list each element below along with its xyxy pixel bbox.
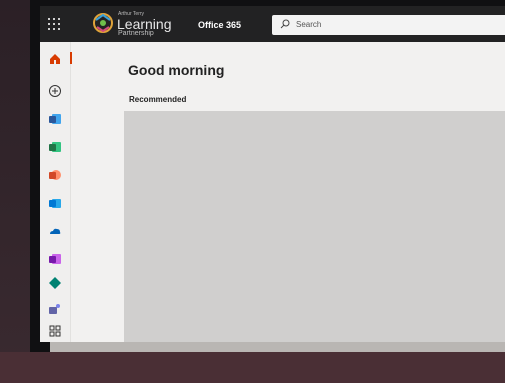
logo-subtitle: Partnership	[118, 30, 154, 37]
powerpoint-icon[interactable]	[48, 168, 62, 182]
create-icon[interactable]	[48, 84, 62, 98]
word-icon[interactable]	[48, 112, 62, 126]
onedrive-icon[interactable]	[48, 224, 62, 238]
search-icon	[280, 19, 290, 29]
onenote-icon[interactable]	[48, 252, 62, 266]
search-box[interactable]: Search	[272, 15, 505, 35]
home-icon[interactable]	[48, 52, 62, 66]
app-launcher-icon[interactable]	[48, 18, 60, 30]
outlook-icon[interactable]	[48, 196, 62, 210]
all-apps-icon[interactable]	[48, 324, 62, 338]
top-bar: Arthur Terry Learning Partnership Office…	[40, 6, 505, 42]
excel-icon[interactable]	[48, 140, 62, 154]
organization-logo-icon	[93, 13, 113, 33]
recommended-heading: Recommended	[129, 95, 187, 104]
app-rail	[40, 42, 71, 342]
desk-surface	[0, 352, 505, 383]
app-name-link[interactable]: Office 365	[198, 20, 241, 30]
screen: Arthur Terry Learning Partnership Office…	[40, 6, 505, 342]
search-placeholder: Search	[296, 20, 322, 29]
sway-icon[interactable]	[48, 276, 62, 290]
recommended-content-area	[124, 111, 505, 342]
teams-icon[interactable]	[48, 302, 62, 316]
greeting-heading: Good morning	[128, 62, 225, 78]
main-content: Good morning Recommended	[70, 42, 505, 342]
